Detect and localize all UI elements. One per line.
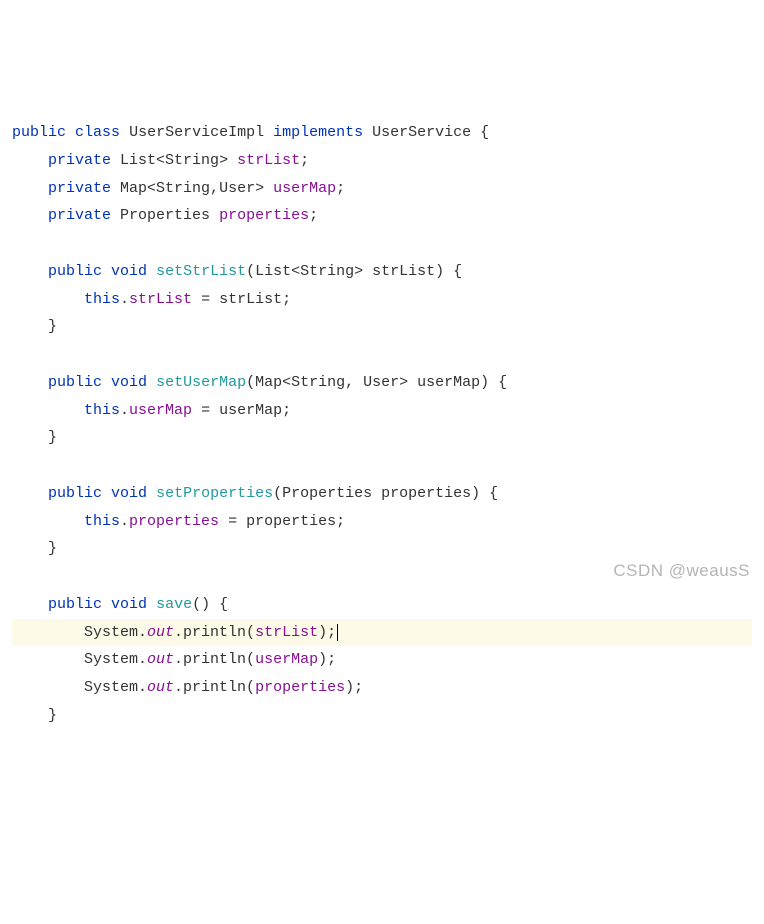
field-ref: properties (129, 513, 219, 530)
call: .println( (174, 651, 255, 668)
text-cursor (337, 624, 338, 641)
watermark: CSDN @weausS (613, 555, 750, 586)
call: .println( (174, 679, 255, 696)
kw-public: public (48, 485, 102, 502)
arg: strList (255, 624, 318, 641)
semi: ; (300, 152, 309, 169)
method-setstrlist: setStrList (156, 263, 246, 280)
call-end: ); (345, 679, 363, 696)
type: List<String> (120, 152, 228, 169)
method-setproperties: setProperties (156, 485, 273, 502)
semi: ; (336, 180, 345, 197)
call: .println( (174, 624, 255, 641)
type: Map<String,User> (120, 180, 264, 197)
arg: properties (255, 679, 345, 696)
params: (Map<String, User> userMap) { (246, 374, 507, 391)
field-properties: properties (219, 207, 309, 224)
call-end: ); (318, 651, 336, 668)
type: Properties (120, 207, 210, 224)
interface-name: UserService (372, 124, 471, 141)
assign: = properties; (219, 513, 345, 530)
dot: . (120, 291, 129, 308)
kw-public: public (12, 124, 66, 141)
kw-void: void (111, 374, 147, 391)
brace: { (471, 124, 489, 141)
dot: . (120, 402, 129, 419)
field-strlist: strList (237, 152, 300, 169)
brace-close: } (48, 540, 57, 557)
params: (Properties properties) { (273, 485, 498, 502)
kw-public: public (48, 374, 102, 391)
sys: System. (84, 624, 147, 641)
code-block: public class UserServiceImpl implements … (12, 119, 752, 730)
kw-void: void (111, 485, 147, 502)
dot: . (120, 513, 129, 530)
method-save: save (156, 596, 192, 613)
assign: = strList; (192, 291, 291, 308)
kw-private: private (48, 152, 111, 169)
kw-this: this (84, 513, 120, 530)
highlight-line: System.out.println(strList); (12, 619, 752, 647)
out-ref: out (147, 651, 174, 668)
field-ref: userMap (129, 402, 192, 419)
kw-private: private (48, 207, 111, 224)
brace-close: } (48, 707, 57, 724)
out-ref: out (147, 624, 174, 641)
semi: ; (309, 207, 318, 224)
class-name: UserServiceImpl (129, 124, 264, 141)
method-setusermap: setUserMap (156, 374, 246, 391)
kw-this: this (84, 291, 120, 308)
kw-implements: implements (273, 124, 363, 141)
params: () { (192, 596, 228, 613)
kw-private: private (48, 180, 111, 197)
kw-this: this (84, 402, 120, 419)
kw-public: public (48, 263, 102, 280)
sys: System. (84, 651, 147, 668)
field-ref: strList (129, 291, 192, 308)
kw-public: public (48, 596, 102, 613)
field-usermap: userMap (273, 180, 336, 197)
arg: userMap (255, 651, 318, 668)
kw-void: void (111, 263, 147, 280)
params: (List<String> strList) { (246, 263, 462, 280)
assign: = userMap; (192, 402, 291, 419)
out-ref: out (147, 679, 174, 696)
kw-void: void (111, 596, 147, 613)
brace-close: } (48, 318, 57, 335)
call-end: ); (318, 624, 336, 641)
brace-close: } (48, 429, 57, 446)
kw-class: class (75, 124, 120, 141)
sys: System. (84, 679, 147, 696)
